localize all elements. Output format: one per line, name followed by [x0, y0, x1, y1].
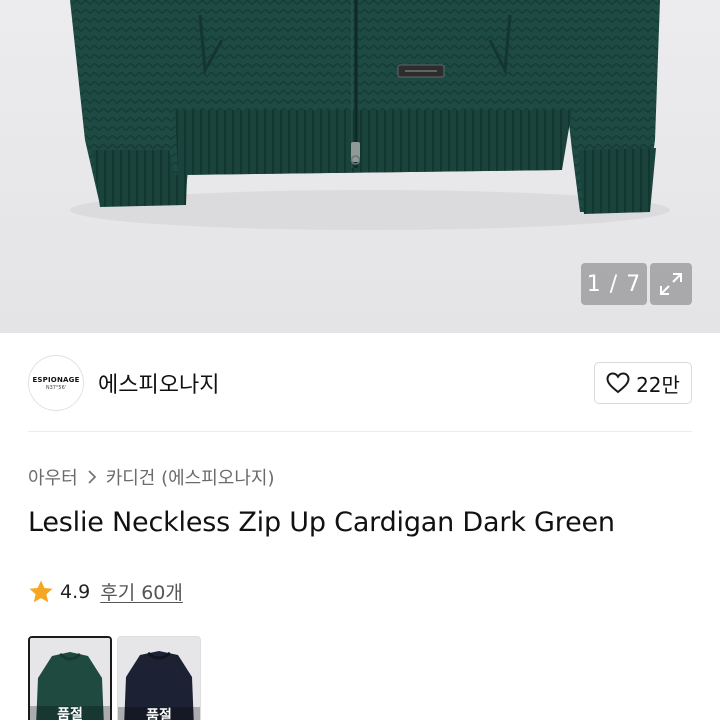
- expand-image-button[interactable]: [650, 263, 692, 305]
- like-count: 22만: [636, 372, 680, 397]
- breadcrumb: 아우터 카디건 (에스피오나지): [28, 464, 275, 490]
- breadcrumb-subcategory[interactable]: 카디건 (에스피오나지): [106, 464, 275, 490]
- brand-logo-subtext: N37°56': [45, 384, 67, 391]
- heart-outline-icon: [606, 372, 630, 394]
- product-title: Leslie Neckless Zip Up Cardigan Dark Gre…: [28, 507, 615, 538]
- variant-thumbnail-navy[interactable]: 품절: [117, 636, 201, 720]
- product-image-gallery[interactable]: 1 / 7: [0, 0, 720, 333]
- divider: [28, 431, 692, 432]
- chevron-right-icon: [87, 470, 97, 484]
- brand-logo[interactable]: ESPIONAGE N37°56': [28, 355, 84, 411]
- breadcrumb-category[interactable]: 아우터: [28, 464, 78, 490]
- variant-thumbnail-green[interactable]: 품절: [28, 636, 112, 720]
- expand-icon: [660, 273, 682, 295]
- variant-tag: 품절: [57, 707, 83, 720]
- image-counter: 1 / 7: [581, 263, 647, 305]
- brand-row: ESPIONAGE N37°56' 에스피오나지 22만: [0, 333, 720, 431]
- like-button[interactable]: 22만: [594, 362, 692, 404]
- variant-thumbnails: 품절 품절: [28, 636, 201, 720]
- variant-tag: 품절: [146, 708, 172, 720]
- brand-logo-text: ESPIONAGE: [32, 375, 80, 384]
- rating-score: 4.9: [60, 580, 91, 603]
- brand-name[interactable]: 에스피오나지: [98, 367, 219, 399]
- reviews-link[interactable]: 후기 60개: [100, 578, 183, 605]
- rating: 4.9 후기 60개: [28, 578, 183, 605]
- star-icon: [29, 580, 53, 602]
